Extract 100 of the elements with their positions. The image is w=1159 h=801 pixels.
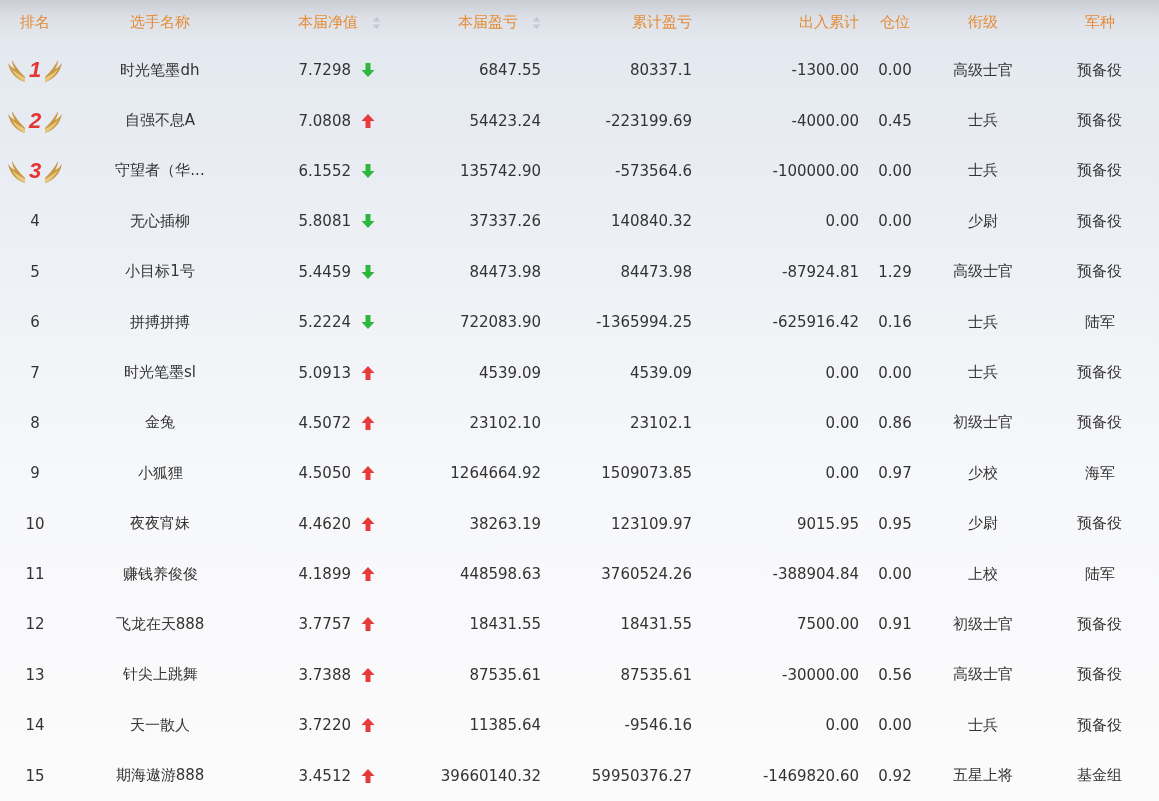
total-profit-value: 80337.1 (629, 61, 692, 80)
profit-value: 38263.19 (469, 514, 541, 533)
military-rank: 初级士官 (952, 413, 1013, 433)
column-header: 军种 (1084, 13, 1115, 32)
net-value: 3.7757 (298, 615, 351, 634)
column-header: 排名 (20, 13, 50, 32)
flow-value: -388904.84 (772, 565, 859, 584)
net-value: 4.5072 (298, 413, 351, 432)
column-header: 选手名称 (130, 13, 190, 32)
column-header: 仓位 (880, 13, 910, 32)
rank-number: 4 (30, 212, 40, 231)
position-value: 0.86 (878, 413, 912, 432)
military-rank: 士兵 (967, 161, 998, 181)
total-profit-value: -223199.69 (605, 111, 692, 130)
net-value: 4.5050 (298, 464, 351, 483)
branch-name: 预备役 (1077, 665, 1122, 685)
rank-number: 1 (28, 57, 42, 84)
total-profit-value: -1365994.25 (595, 313, 692, 332)
flow-value: 9015.95 (796, 514, 859, 533)
net-value: 5.0913 (298, 363, 351, 382)
branch-name: 基金组 (1077, 766, 1122, 786)
branch-name: 海军 (1084, 463, 1115, 483)
player-name: 天一散人 (130, 715, 190, 735)
profit-value: 11385.64 (469, 716, 541, 735)
player-name: 小目标1号 (125, 262, 195, 282)
flow-value: 0.00 (825, 464, 859, 483)
military-rank: 上校 (967, 564, 998, 584)
military-rank: 士兵 (967, 111, 998, 131)
total-profit-value: 87535.61 (620, 665, 692, 684)
flow-value: 0.00 (825, 363, 859, 382)
player-name: 时光笔墨sl (124, 363, 196, 383)
column-header: 出入累计 (799, 13, 859, 32)
rank-number: 9 (30, 464, 40, 483)
column-header[interactable]: 本届净值 (298, 13, 358, 32)
player-name: 无心插柳 (130, 211, 190, 231)
rank-number: 5 (30, 262, 40, 281)
position-value: 0.45 (878, 111, 912, 130)
player-name: 飞龙在天888 (115, 615, 205, 634)
player-name: 拼搏拼搏 (130, 312, 190, 332)
position-value: 0.00 (878, 161, 912, 180)
total-profit-value: 84473.98 (620, 262, 692, 281)
net-value: 5.4459 (298, 262, 351, 281)
flow-value: 0.00 (825, 413, 859, 432)
profit-value: 6847.55 (478, 61, 541, 80)
profit-value: 54423.24 (469, 111, 541, 130)
branch-name: 预备役 (1077, 514, 1122, 534)
flow-value: -1300.00 (791, 61, 859, 80)
sort-icon[interactable] (372, 15, 381, 30)
profit-value: 135742.90 (459, 161, 541, 180)
player-name: 针尖上跳舞 (122, 665, 198, 685)
branch-name: 预备役 (1077, 715, 1122, 735)
branch-name: 预备役 (1077, 262, 1122, 282)
branch-name: 预备役 (1077, 161, 1122, 181)
total-profit-value: 140840.32 (610, 212, 692, 231)
profit-value: 37337.26 (469, 212, 541, 231)
branch-name: 预备役 (1077, 615, 1122, 634)
player-name: 夜夜宵妹 (130, 514, 190, 534)
position-value: 0.00 (878, 565, 912, 584)
position-value: 0.16 (878, 313, 912, 332)
military-rank: 五星上将 (952, 766, 1013, 786)
player-name: 赚钱养俊俊 (122, 564, 198, 584)
branch-name: 预备役 (1077, 60, 1122, 80)
profit-value: 18431.55 (469, 615, 541, 634)
military-rank: 初级士官 (952, 615, 1013, 634)
sort-icon[interactable] (532, 15, 541, 30)
rank-number: 11 (25, 565, 45, 584)
military-rank: 少校 (967, 463, 998, 483)
total-profit-value: 4539.09 (629, 363, 692, 382)
position-value: 0.95 (878, 514, 912, 533)
position-value: 0.56 (878, 665, 912, 684)
rank-number: 2 (28, 107, 42, 134)
branch-name: 预备役 (1077, 363, 1122, 383)
flow-value: 0.00 (825, 212, 859, 231)
flow-value: -4000.00 (791, 111, 859, 130)
profit-value: 84473.98 (469, 262, 541, 281)
flow-value: 7500.00 (796, 615, 859, 634)
profit-value: 39660140.32 (440, 766, 541, 785)
net-value: 4.4620 (298, 514, 351, 533)
total-profit-value: 123109.97 (610, 514, 692, 533)
flow-value: -1469820.60 (762, 766, 859, 785)
rank-number: 7 (30, 363, 40, 382)
column-header: 衔级 (967, 13, 998, 32)
total-profit-value: 59950376.27 (591, 766, 692, 785)
player-name: 自强不息A (124, 111, 196, 131)
net-value: 6.1552 (298, 161, 351, 180)
profit-value: 722083.90 (459, 313, 541, 332)
net-value: 3.4512 (298, 766, 351, 785)
column-header[interactable]: 本届盈亏 (458, 13, 518, 32)
net-value: 7.7298 (298, 61, 351, 80)
rank-number: 14 (25, 716, 45, 735)
rank-number: 8 (30, 413, 40, 432)
player-name: 期海遨游888 (115, 766, 205, 786)
profit-value: 23102.10 (469, 413, 541, 432)
military-rank: 少尉 (967, 211, 998, 231)
flow-value: -30000.00 (782, 665, 859, 684)
rank-number: 6 (30, 313, 40, 332)
position-value: 0.00 (878, 61, 912, 80)
position-value: 0.97 (878, 464, 912, 483)
position-value: 0.00 (878, 212, 912, 231)
branch-name: 陆军 (1084, 312, 1115, 332)
